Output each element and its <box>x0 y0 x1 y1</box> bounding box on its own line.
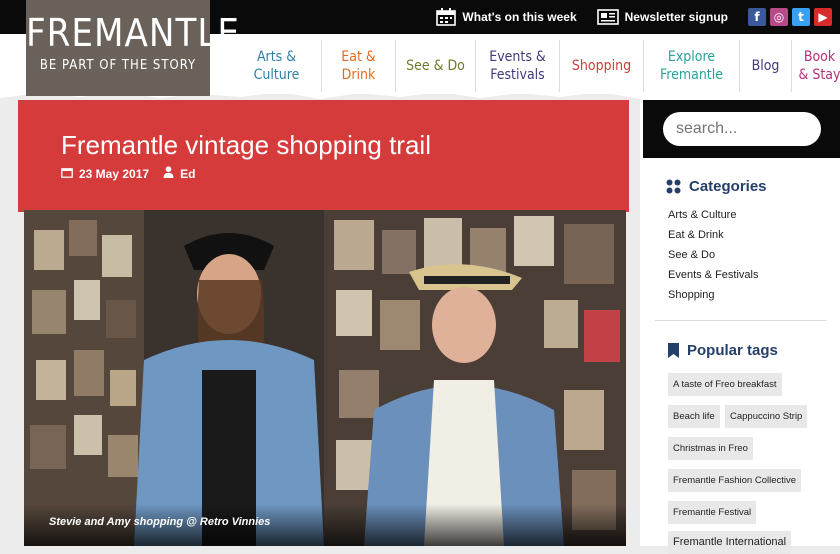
nav-item[interactable]: Book & Stay <box>792 40 840 92</box>
youtube-icon[interactable]: ▶ <box>814 8 832 26</box>
categories-heading: Categories <box>666 178 767 195</box>
post-title: Fremantle vintage shopping trail <box>61 130 431 160</box>
nav-item[interactable]: Events & Festivals <box>476 40 560 92</box>
post-image: Stevie and Amy shopping @ Retro Vinnies <box>24 210 626 546</box>
shopping-photo <box>24 210 626 546</box>
category-link[interactable]: Shopping <box>668 289 715 301</box>
post-author: Ed <box>180 166 196 181</box>
whats-on-label: What's on this week <box>462 10 577 24</box>
newsletter-label: Newsletter signup <box>624 10 728 24</box>
category-link[interactable]: Events & Festivals <box>668 269 758 281</box>
user-icon <box>163 166 174 181</box>
calendar-icon <box>61 167 73 181</box>
tag-chip[interactable]: Fremantle Festival <box>668 501 757 524</box>
tag-chip[interactable]: Cappuccino Strip <box>725 405 808 428</box>
logo-tagline: BE PART OF THE STORY <box>39 58 197 73</box>
tag-chip[interactable]: Fremantle International <box>668 531 792 554</box>
nav-item[interactable]: Blog <box>740 40 792 92</box>
site-logo[interactable]: FREMANTLE BE PART OF THE STORY <box>26 0 240 96</box>
tag-chip[interactable]: Fremantle Fashion Collective <box>668 469 802 492</box>
post-date: 23 May 2017 <box>79 166 150 181</box>
category-link[interactable]: Arts & Culture <box>668 209 736 221</box>
categories-title: Categories <box>689 178 767 195</box>
whats-on-link[interactable]: What's on this week <box>436 8 577 26</box>
nav-item[interactable]: Eat & Drink <box>322 40 396 92</box>
tag-chip[interactable]: Beach life <box>668 405 720 428</box>
newspaper-icon <box>596 9 619 25</box>
image-caption: Stevie and Amy shopping @ Retro Vinnies <box>24 504 626 546</box>
tags-heading: Popular tags <box>668 342 778 359</box>
category-link[interactable]: See & Do <box>668 249 715 261</box>
instagram-icon[interactable]: ◎ <box>770 8 788 26</box>
bookmark-icon <box>668 343 679 358</box>
tag-chip[interactable]: Christmas in Freo <box>668 437 753 460</box>
post-meta: 23 May 2017 Ed <box>61 166 201 181</box>
nav-item[interactable]: Explore Fremantle <box>644 40 740 92</box>
sidebar-divider <box>655 320 827 321</box>
main-nav: Arts & Culture Eat & Drink See & Do Events … <box>232 40 840 92</box>
facebook-icon[interactable]: f <box>748 8 766 26</box>
newsletter-link[interactable]: Newsletter signup <box>596 9 728 25</box>
logo-title: FREMANTLE <box>26 11 240 55</box>
nav-item[interactable]: Shopping <box>560 40 644 92</box>
search-input[interactable] <box>663 112 821 146</box>
social-links: f ◎ t ▶ <box>748 8 836 26</box>
calendar-icon <box>436 8 457 26</box>
category-link[interactable]: Eat & Drink <box>668 229 724 241</box>
grid-icon <box>666 179 681 194</box>
nav-item[interactable]: See & Do <box>396 40 476 92</box>
top-links: What's on this week Newsletter signup f ◎… <box>436 0 840 34</box>
tags-title: Popular tags <box>687 342 778 359</box>
twitter-icon[interactable]: t <box>792 8 810 26</box>
tag-chip[interactable]: A taste of Freo breakfast <box>668 373 782 396</box>
nav-item[interactable]: Arts & Culture <box>232 40 322 92</box>
